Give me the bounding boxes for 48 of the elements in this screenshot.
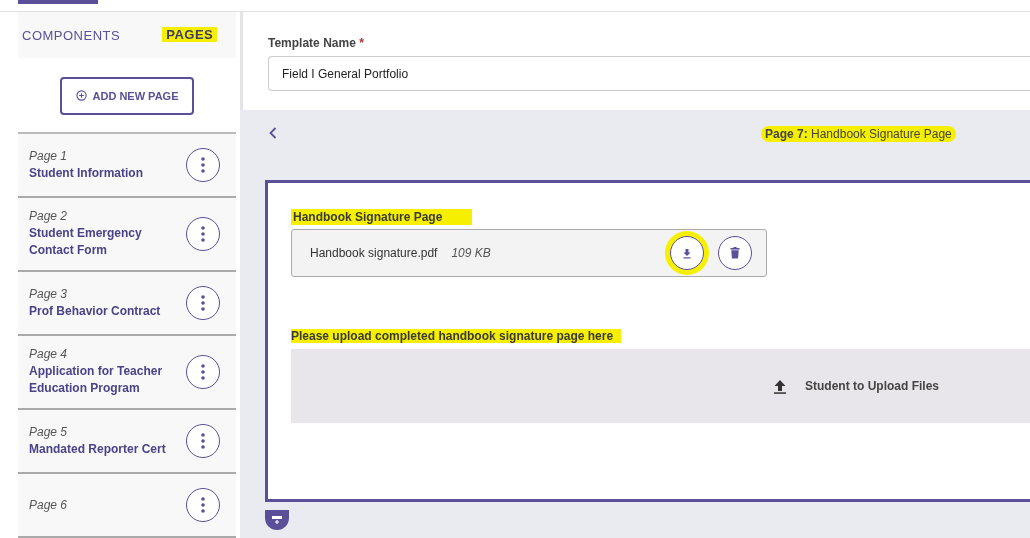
more-vertical-icon	[201, 157, 205, 173]
sidebar-tab[interactable]: COMPONENTS	[22, 14, 121, 56]
page-number: Page 1	[29, 148, 69, 163]
template-name-field[interactable]: Field I General Portfolio	[268, 56, 1030, 91]
add-page-button[interactable]: ADD NEW PAGE	[59, 76, 195, 115]
attachment-label: Handbook Signature Page	[291, 209, 473, 225]
page-name: Prof Behavior Contract	[29, 302, 162, 320]
page-list-item[interactable]: Page 2 Student Emergency Contact Form	[18, 198, 236, 272]
page-list-item[interactable]: Page 3 Prof Behavior Contract	[18, 272, 236, 336]
delete-button[interactable]	[718, 236, 752, 270]
drag-handle[interactable]	[265, 510, 289, 530]
more-vertical-icon	[201, 364, 205, 380]
page-name: Student Information	[29, 164, 144, 182]
more-options-button[interactable]	[186, 424, 220, 458]
more-options-button[interactable]	[186, 488, 220, 522]
upload-icon	[773, 378, 787, 394]
page-name: Application for Teacher Education Program	[29, 363, 164, 397]
file-size: 109 KB	[451, 246, 491, 260]
more-vertical-icon	[201, 295, 205, 311]
more-vertical-icon	[201, 226, 205, 242]
trash-icon	[730, 247, 740, 259]
page-list-item[interactable]: Page 5 Mandated Reporter Cert	[18, 410, 236, 474]
more-options-button[interactable]	[186, 217, 220, 251]
file-name: Handbook signature.pdf	[310, 246, 438, 260]
more-vertical-icon	[201, 433, 205, 449]
page-name: Student Emergency Contact Form	[29, 225, 143, 259]
page-number: Page 4	[29, 347, 69, 361]
more-vertical-icon	[201, 497, 205, 513]
chevron-left-icon	[269, 126, 277, 139]
page-list-item[interactable]: Page 4 Application for Teacher Education Program	[18, 336, 236, 410]
more-options-button[interactable]	[186, 355, 220, 389]
plus-circle-icon	[75, 90, 87, 102]
page-list-item[interactable]: Page 1 Student Information	[18, 134, 236, 198]
page-number: Page 2	[29, 209, 69, 223]
page-title: Page 7: Handbook Signature Page	[761, 126, 956, 142]
upload-area[interactable]: Student to Upload Files	[291, 349, 1030, 423]
page-number: Page 6	[29, 498, 69, 512]
page-number: Page 5	[29, 424, 69, 439]
page-list-item[interactable]: Page 6	[18, 474, 236, 538]
page-name: Mandated Reporter Cert	[29, 440, 167, 458]
more-options-button[interactable]	[186, 148, 220, 182]
page-number: Page 3	[29, 286, 69, 301]
more-options-button[interactable]	[186, 286, 220, 320]
upload-label: Please upload completed handbook signature page here	[291, 329, 622, 343]
field-label: Template Name *	[268, 36, 365, 50]
download-icon	[682, 247, 692, 259]
drag-handle-icon	[271, 515, 283, 525]
sidebar-tab[interactable]: PAGES	[162, 27, 218, 43]
